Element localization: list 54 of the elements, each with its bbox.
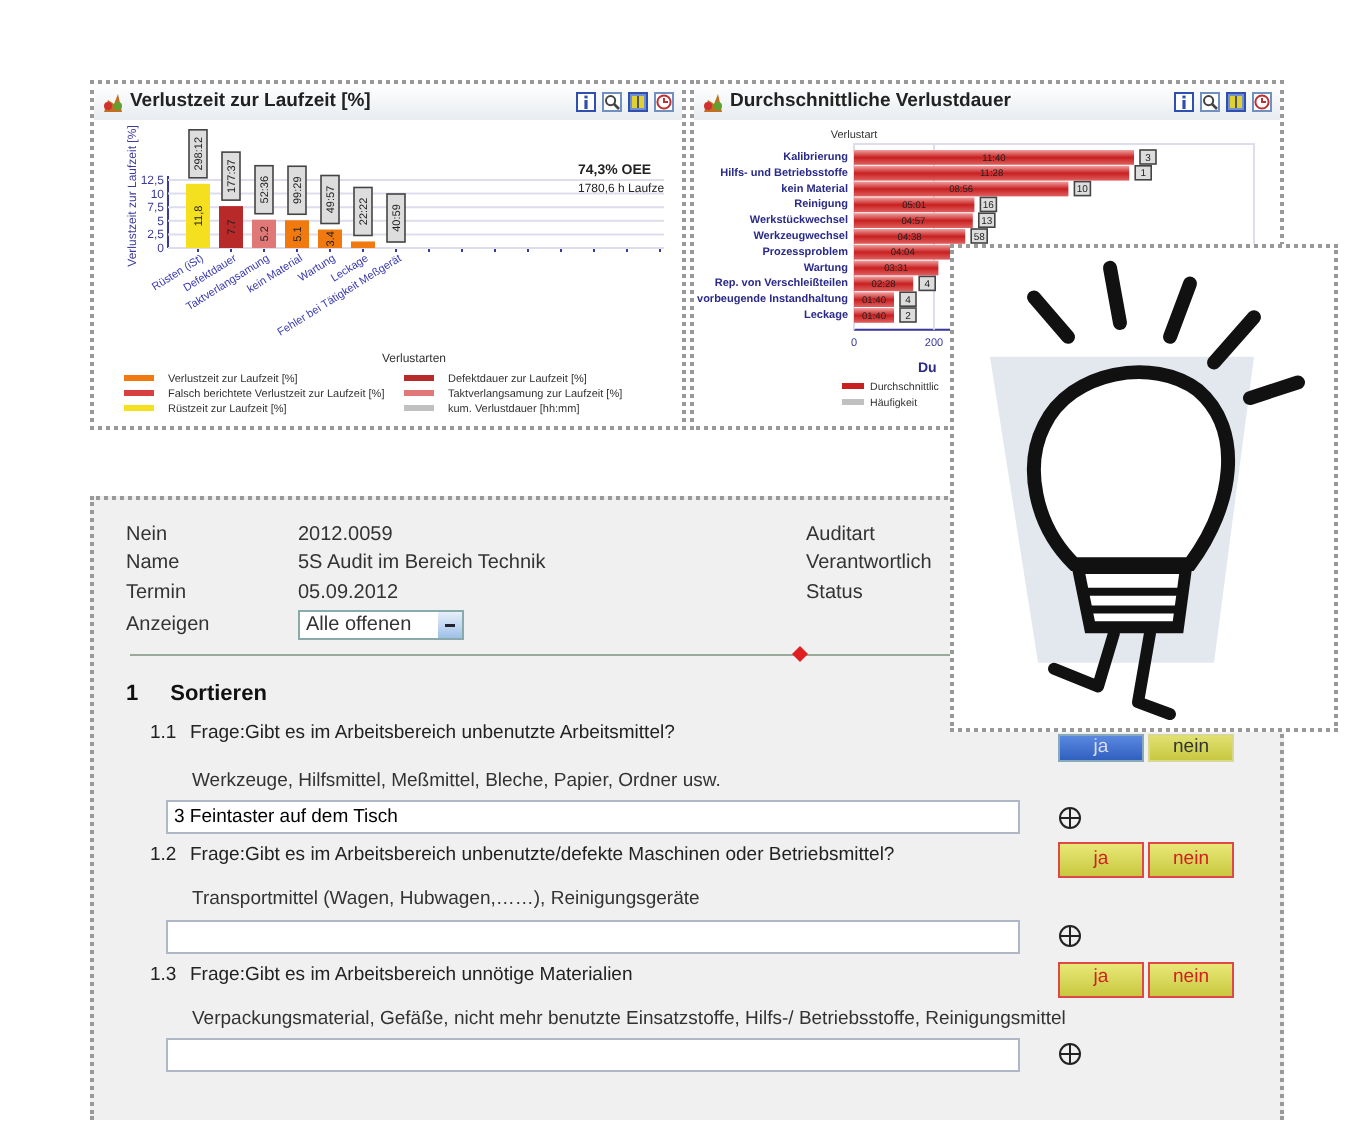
field-value: 2012.0059 — [298, 521, 393, 550]
add-icon[interactable] — [1058, 805, 1082, 830]
filter-dropdown[interactable]: Alle offenen — [298, 609, 464, 639]
bar — [252, 219, 276, 248]
splitter-handle[interactable] — [792, 645, 808, 661]
caret-icon — [438, 611, 462, 637]
answer-button[interactable]: nein — [1148, 734, 1234, 762]
grid-icon[interactable] — [1226, 92, 1246, 112]
field-value: 5S Audit im Bereich Technik — [298, 550, 546, 579]
hint-text: Werkzeuge, Hilfsmittel, Meßmittel, Bleche, Papier, Ordner usw. — [192, 768, 723, 796]
field-label: Auditart — [806, 521, 875, 550]
field-label: Status — [806, 579, 863, 608]
field-label: Verantwortlich — [806, 550, 932, 579]
answer-field[interactable] — [166, 919, 1020, 953]
hint-text: Verpackungsmaterial, Gefäße, nicht mehr benutzte Einsatzstoffe, Hilfs-/ Betriebsstoffe, Reinigungsmittel — [192, 1005, 1068, 1033]
question-text: Frage:Gibt es im Arbeitsbereich unbenutzte/defekte Maschinen oder Betriebsmittel? — [190, 842, 897, 871]
field-label: Name — [126, 550, 182, 579]
bar — [186, 183, 210, 248]
field-label: Termin — [126, 579, 189, 608]
info-icon[interactable] — [576, 92, 596, 112]
section-number: 1 — [126, 679, 139, 709]
answer-button[interactable]: ja — [1058, 842, 1144, 879]
answer-field[interactable] — [166, 1037, 1020, 1072]
add-icon[interactable] — [1058, 924, 1082, 948]
clock-icon[interactable] — [654, 92, 674, 112]
question-number: 1.1 — [150, 720, 179, 748]
chart-icon — [702, 91, 724, 113]
bar — [318, 229, 342, 248]
panel-title: Durchschnittliche Verlustdauer — [730, 87, 1011, 116]
bar — [285, 220, 309, 248]
bar — [351, 241, 375, 248]
field-label: Anzeigen — [126, 611, 212, 639]
chart-icon — [102, 91, 124, 113]
question-number: 1.2 — [150, 842, 179, 871]
answer-button[interactable]: nein — [1148, 842, 1234, 879]
section-title: Sortieren — [170, 679, 267, 709]
question-text: Frage:Gibt es im Arbeitsbereich unnötige Materialien — [190, 961, 635, 989]
info-icon[interactable] — [1174, 92, 1194, 112]
question-number: 1.3 — [150, 961, 179, 989]
answer-button[interactable]: ja — [1058, 961, 1144, 997]
grid-icon[interactable] — [628, 92, 648, 112]
answer-button[interactable]: ja — [1058, 734, 1144, 762]
search-icon[interactable] — [602, 92, 622, 112]
field-value: 05.09.2012 — [298, 579, 399, 608]
field-label: Nein — [126, 521, 170, 550]
add-icon[interactable] — [1058, 1042, 1082, 1067]
clock-icon[interactable] — [1252, 92, 1272, 112]
answer-field[interactable]: 3 Feintaster auf dem Tisch — [166, 800, 1020, 835]
panel-title: Verlustzeit zur Laufzeit [%] — [130, 87, 371, 116]
answer-button[interactable]: nein — [1148, 961, 1234, 997]
bar — [219, 206, 243, 248]
hint-text: Transportmittel (Wagen, Hubwagen,……), Reinigungsgeräte — [192, 886, 702, 915]
search-icon[interactable] — [1200, 92, 1220, 112]
question-text: Frage:Gibt es im Arbeitsbereich unbenutzte Arbeitsmittel? — [190, 720, 677, 748]
